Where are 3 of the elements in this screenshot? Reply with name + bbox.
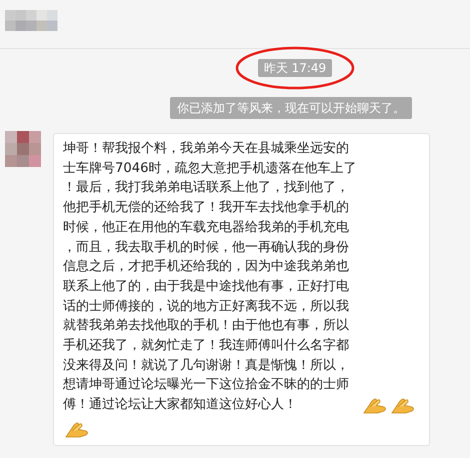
timestamp: 昨天 17:49 — [258, 59, 332, 77]
system-notice: 你已添加了等风来，现在可以开始聊天了。 — [170, 97, 412, 119]
message-text: 坤哥！帮我报个料，我弟弟今天在县城乘坐远安的 士车牌号7046时，疏忽大意把手机遗落在他车上了 ！最后，我打我弟弟电话联系上他了，找到他了， 他把手机无偿的还给我了！我开车去找他拿手机的 时候，他正在用他的车载充电器给我弟的手机充电 ，而且，我去取手机的时候，他一再确认我的身份 信息之后，才把手机还给我的，因为中途我弟弟也 联系上他了的，由于我是中途找他有事，正好打电 话的士师傅接的，说的地方正好离我不远，所以我 就替我弟弟去找他取的手机！由于他也有事，所以 手机还我了，就匆忙走了！我连师傅叫什么名字都 没来得及问！就说了几句谢谢！真是惭愧！所以， 想请坤哥通过论坛曝光一下这位拾金不昧的的士师 傅！通过论坛让大家都知道这位好心人！ — [63, 140, 357, 414]
